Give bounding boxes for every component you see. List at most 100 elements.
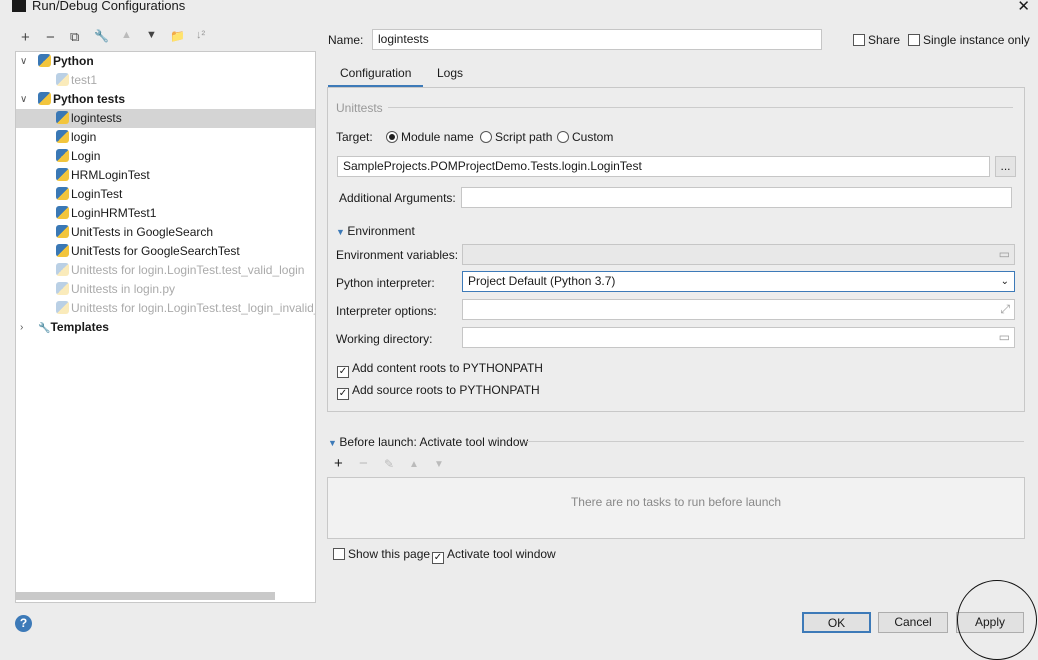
chevron-down-icon[interactable]: ∨ bbox=[20, 52, 27, 71]
move-down-icon[interactable]: ▼ bbox=[146, 29, 157, 41]
tree-item[interactable]: login bbox=[16, 128, 315, 147]
target-label: Target: bbox=[336, 130, 373, 144]
tree-item-label: Unittests in login.py bbox=[71, 282, 176, 296]
tree-item[interactable]: test1 bbox=[16, 71, 315, 90]
tree-scrollbar[interactable] bbox=[16, 592, 275, 600]
sort-icon[interactable]: ↓² bbox=[196, 29, 205, 41]
interpreter-label: Python interpreter: bbox=[336, 276, 435, 290]
script-path-radio[interactable]: Script path bbox=[480, 130, 552, 144]
wrench-icon[interactable]: 🔧 bbox=[94, 29, 109, 43]
tree-item-label: Unittests for login.LoginTest.test_valid… bbox=[71, 263, 305, 277]
tree-item[interactable]: logintests bbox=[16, 109, 315, 128]
edit-icon[interactable]: ✎ bbox=[384, 457, 394, 471]
window-title: Run/Debug Configurations bbox=[32, 0, 186, 13]
tree-item[interactable]: HRMLoginTest bbox=[16, 166, 315, 185]
name-label: Name: bbox=[328, 33, 364, 47]
tasks-list: There are no tasks to run before launch bbox=[327, 477, 1025, 539]
module-name-radio[interactable]: Module name bbox=[386, 130, 474, 144]
python-icon bbox=[56, 168, 69, 181]
interpreter-select[interactable]: Project Default (Python 3.7) ⌄ bbox=[462, 271, 1015, 292]
folder-icon[interactable]: ▭ bbox=[999, 245, 1010, 264]
single-instance-checkbox[interactable]: Single instance only bbox=[908, 33, 1030, 47]
custom-radio[interactable]: Custom bbox=[557, 130, 613, 144]
python-icon bbox=[56, 225, 69, 238]
tree-item[interactable]: LoginHRMTest1 bbox=[16, 204, 315, 223]
add-task-icon[interactable]: + bbox=[334, 455, 343, 472]
folder-icon[interactable]: 📁 bbox=[170, 29, 185, 43]
tree-item-label: Python bbox=[53, 54, 94, 68]
working-dir-label: Working directory: bbox=[336, 332, 433, 346]
move-down-icon[interactable]: ▼ bbox=[434, 459, 444, 470]
tab-configuration[interactable]: Configuration bbox=[340, 66, 411, 80]
unittests-section: Unittests bbox=[336, 101, 383, 115]
tree-item[interactable]: › 🔧Templates bbox=[16, 318, 315, 337]
environment-section[interactable]: ▼ Environment bbox=[336, 224, 415, 238]
tree-item[interactable]: LoginTest bbox=[16, 185, 315, 204]
interpreter-options-input[interactable]: ⤢ bbox=[462, 299, 1015, 320]
tree-item[interactable]: UnitTests in GoogleSearch bbox=[16, 223, 315, 242]
python-icon bbox=[38, 54, 51, 67]
tree-item-label: HRMLoginTest bbox=[71, 168, 150, 182]
move-up-icon[interactable]: ▲ bbox=[409, 459, 419, 470]
cancel-button[interactable]: Cancel bbox=[878, 612, 948, 633]
help-icon[interactable]: ? bbox=[15, 615, 32, 632]
tree-item-label: Python tests bbox=[53, 92, 126, 106]
before-launch-section[interactable]: ▼ Before launch: Activate tool window bbox=[328, 435, 528, 449]
tree-item[interactable]: Unittests for login.LoginTest.test_login… bbox=[16, 299, 315, 318]
app-logo-icon bbox=[12, 0, 26, 12]
python-icon bbox=[38, 92, 51, 105]
tree-item-label: UnitTests for GoogleSearchTest bbox=[71, 244, 240, 258]
chevron-down-icon: ⌄ bbox=[1000, 276, 1009, 287]
copy-icon[interactable]: ⧉ bbox=[70, 29, 79, 45]
tree-item[interactable]: UnitTests for GoogleSearchTest bbox=[16, 242, 315, 261]
tree-item-label: LoginHRMTest1 bbox=[71, 206, 157, 220]
tree-item[interactable]: Unittests for login.LoginTest.test_valid… bbox=[16, 261, 315, 280]
name-input[interactable]: logintests bbox=[372, 29, 822, 50]
env-vars-label: Environment variables: bbox=[336, 248, 459, 262]
add-icon[interactable]: + bbox=[21, 29, 30, 46]
move-up-icon[interactable]: ▲ bbox=[121, 29, 132, 41]
tree-item-label: test1 bbox=[71, 73, 98, 87]
python-icon bbox=[56, 73, 69, 86]
python-icon bbox=[56, 244, 69, 257]
python-icon bbox=[56, 187, 69, 200]
share-checkbox[interactable]: Share bbox=[853, 33, 900, 47]
tab-logs[interactable]: Logs bbox=[437, 66, 463, 80]
tree-item-label: Login bbox=[71, 149, 101, 163]
tree-item[interactable]: Login bbox=[16, 147, 315, 166]
remove-icon[interactable]: − bbox=[46, 29, 55, 46]
tree-item[interactable]: ∨ Python tests bbox=[16, 90, 315, 109]
title-bar: Run/Debug Configurations ✕ bbox=[0, 0, 1038, 16]
config-tree: ∨ Python test1 ∨ Python tests logintests login… bbox=[15, 51, 316, 603]
tree-item-label: UnitTests in GoogleSearch bbox=[71, 225, 214, 239]
browse-button[interactable]: ... bbox=[995, 156, 1016, 177]
working-dir-input[interactable]: ▭ bbox=[462, 327, 1015, 348]
tree-item[interactable]: ∨ Python bbox=[16, 52, 315, 71]
tree-item-label: Unittests for login.LoginTest.test_login… bbox=[71, 301, 315, 315]
show-page-checkbox[interactable]: Show this page bbox=[333, 547, 430, 561]
chevron-down-icon[interactable]: ∨ bbox=[20, 90, 27, 109]
content-roots-checkbox[interactable]: ✓ Add content roots to PYTHONPATH bbox=[337, 361, 543, 378]
python-icon bbox=[56, 263, 69, 276]
tree-item-label: login bbox=[71, 130, 97, 144]
python-icon bbox=[56, 111, 69, 124]
target-input[interactable]: SampleProjects.POMProjectDemo.Tests.logi… bbox=[337, 156, 990, 177]
python-icon bbox=[56, 301, 69, 314]
annotation-circle bbox=[957, 580, 1037, 660]
ok-button[interactable]: OK bbox=[802, 612, 871, 633]
activate-tool-window-checkbox[interactable]: ✓ Activate tool window bbox=[432, 547, 556, 564]
python-icon bbox=[56, 149, 69, 162]
python-icon bbox=[56, 130, 69, 143]
python-icon bbox=[56, 206, 69, 219]
close-icon[interactable]: ✕ bbox=[1017, 0, 1030, 15]
remove-task-icon[interactable]: − bbox=[359, 455, 368, 472]
additional-arguments-input[interactable] bbox=[461, 187, 1012, 208]
folder-icon[interactable]: ▭ bbox=[999, 328, 1010, 347]
additional-arguments-label: Additional Arguments: bbox=[339, 191, 456, 205]
tree-item-label: LoginTest bbox=[71, 187, 123, 201]
expand-icon[interactable]: ⤢ bbox=[1000, 300, 1010, 319]
source-roots-checkbox[interactable]: ✓ Add source roots to PYTHONPATH bbox=[337, 383, 540, 400]
tree-item[interactable]: Unittests in login.py bbox=[16, 280, 315, 299]
chevron-right-icon[interactable]: › bbox=[20, 318, 23, 337]
env-vars-input[interactable]: ▭ bbox=[462, 244, 1015, 265]
